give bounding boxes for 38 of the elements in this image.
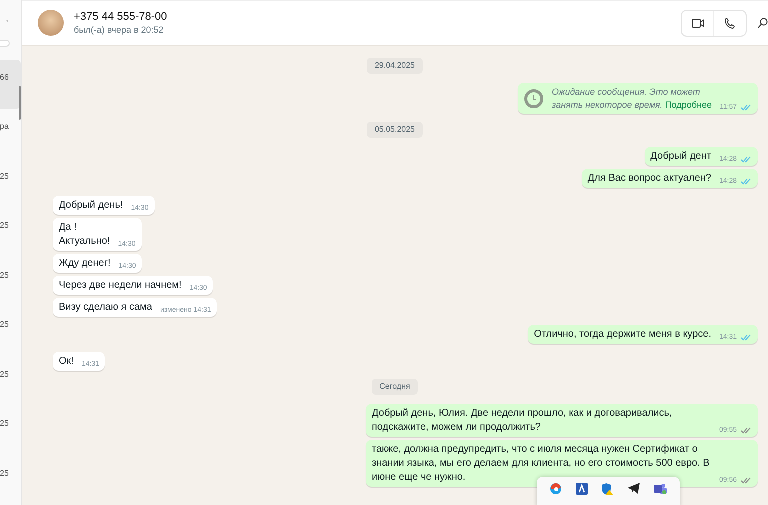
- message-text: Жду денег!: [59, 257, 111, 271]
- search-icon[interactable]: [758, 18, 768, 28]
- message-text: Добрый дент: [650, 150, 712, 164]
- message-text: Отлично, тогда держите меня в курсе.: [534, 328, 712, 342]
- date-chip: 05.05.2025: [366, 122, 424, 138]
- message-text: Добрый день!: [59, 199, 124, 213]
- browser-icon[interactable]: [550, 483, 562, 495]
- message-text: Для Вас вопрос актуален?: [588, 172, 712, 186]
- app-icon[interactable]: [576, 483, 588, 495]
- date-chip: 29.04.2025: [366, 58, 424, 74]
- phone-icon: [725, 18, 735, 28]
- scrollbar[interactable]: [19, 86, 21, 120]
- chat-list-item[interactable]: 66: [0, 60, 21, 109]
- message-text: Через две недели начнем!: [59, 279, 182, 293]
- paper-plane-icon[interactable]: [628, 483, 640, 494]
- chat-list-item[interactable]: 25: [0, 208, 21, 258]
- message-text: Визу сделаю я сама: [59, 301, 152, 315]
- chat-list-item[interactable]: 25: [0, 406, 21, 456]
- learn-more-link[interactable]: Подробнее: [665, 100, 712, 110]
- message-text: Ожидание сообщения. Это может занять некоторое время. Подробнее: [552, 86, 712, 112]
- message-text: Добрый день, Юлия. Две недели прошло, как и договаривались, подскажите, можем ли продолжить?: [372, 407, 674, 435]
- video-camera-icon: [692, 18, 704, 28]
- chat-list-item[interactable]: ра: [0, 109, 21, 158]
- shield-warning-icon[interactable]: [601, 483, 614, 496]
- date-chip: Сегодня: [372, 379, 418, 395]
- message-text: Ок!: [59, 355, 74, 369]
- message-text: Да ! Актуально!: [59, 221, 110, 249]
- chat-list-item[interactable]: 25: [0, 307, 21, 356]
- chat-list-item[interactable]: 25: [0, 456, 21, 505]
- message-text: также, должна предупредить, что с июля месяца нужен Сертификат о знании языка, мы его делаем для клиента, но его стоимость 500 евро. В июне еще че нужно.: [372, 443, 711, 485]
- search-field[interactable]: [0, 40, 10, 46]
- clock-icon: [524, 89, 544, 109]
- teams-icon[interactable]: [654, 483, 668, 495]
- chat-list-item[interactable]: 25: [0, 158, 21, 208]
- chat-list-item[interactable]: 25: [0, 258, 21, 307]
- last-seen-status: был(-а) вчера в 20:52: [74, 24, 165, 36]
- chat-list-item[interactable]: 25: [0, 356, 21, 406]
- contact-name[interactable]: +375 44 555-78-00: [74, 10, 168, 24]
